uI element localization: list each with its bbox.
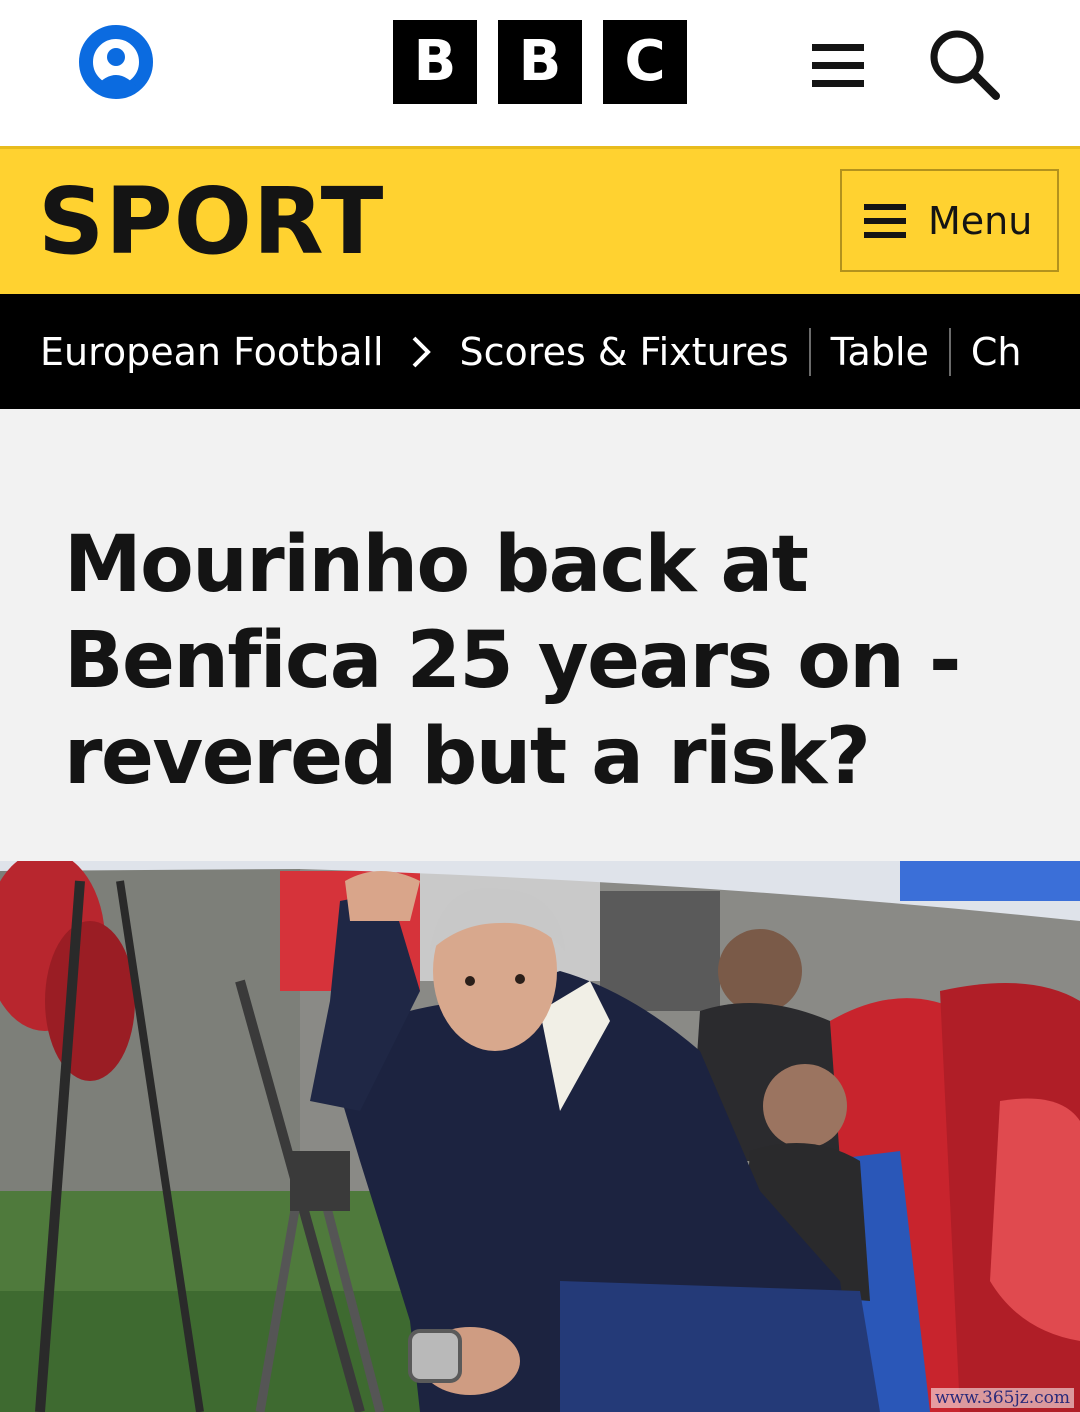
- watermark-text: www.365jz.com: [931, 1388, 1074, 1408]
- sport-banner: SPORT Menu: [0, 146, 1080, 294]
- article-hero-image: www.365jz.com: [0, 861, 1080, 1412]
- bbc-logo-letter: B: [393, 20, 477, 104]
- headline-line: Benfica 25 years on -: [64, 616, 961, 706]
- article-header: Mourinho back at Benfica 25 years on - r…: [0, 409, 1080, 861]
- bbc-logo-letter: B: [498, 20, 582, 104]
- nav-link-table[interactable]: Table: [831, 329, 929, 375]
- bbc-logo[interactable]: B B C: [393, 20, 687, 104]
- menu-button[interactable]: Menu: [840, 169, 1059, 272]
- chevron-right-icon: [412, 336, 431, 367]
- nav-divider: [948, 327, 951, 376]
- nav-link-european-football[interactable]: European Football: [40, 329, 384, 375]
- hamburger-icon: [864, 203, 906, 238]
- article-headline: Mourinho back at Benfica 25 years on - r…: [64, 517, 1014, 805]
- headline-line: revered but a risk?: [64, 712, 871, 802]
- bbc-logo-letter: C: [603, 20, 687, 104]
- hero-photo: [0, 861, 1080, 1412]
- sport-title[interactable]: SPORT: [38, 167, 384, 277]
- section-nav: European Football Scores & Fixtures Tabl…: [0, 294, 1080, 409]
- nav-link-scores-fixtures[interactable]: Scores & Fixtures: [460, 329, 789, 375]
- account-icon[interactable]: [74, 24, 158, 100]
- menu-label: Menu: [928, 198, 1033, 243]
- hamburger-icon[interactable]: [810, 38, 866, 94]
- bbc-masthead: B B C: [0, 0, 1080, 146]
- nav-link-ch[interactable]: Ch: [971, 329, 1022, 375]
- search-icon[interactable]: [926, 26, 1002, 102]
- nav-divider: [808, 327, 811, 376]
- headline-line: Mourinho back at: [64, 520, 809, 610]
